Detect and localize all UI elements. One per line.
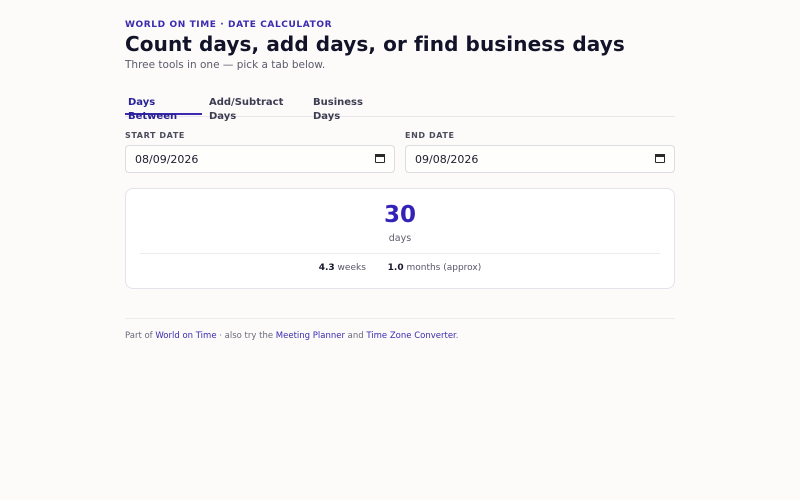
footer-middle: · also try the bbox=[219, 331, 274, 341]
start-date-label: START DATE bbox=[125, 131, 185, 140]
tab-business-days[interactable]: Business Days bbox=[310, 96, 390, 122]
footer-link-time-zone-converter[interactable]: Time Zone Converter bbox=[366, 331, 455, 341]
result-unit: days bbox=[388, 233, 412, 244]
end-date-label: END DATE bbox=[405, 131, 455, 140]
footer-link-world-on-time[interactable]: World on Time bbox=[155, 331, 216, 341]
footer-link-meeting-planner[interactable]: Meeting Planner bbox=[276, 331, 345, 341]
result-stats: 4.3 weeks 1.0 months (approx) bbox=[126, 263, 674, 273]
weeks-label: weeks bbox=[337, 263, 366, 273]
start-date-value: 08/09/2026 bbox=[135, 153, 199, 166]
calendar-icon[interactable] bbox=[655, 154, 665, 163]
calendar-icon[interactable] bbox=[375, 154, 385, 163]
footer-suffix: . bbox=[455, 331, 459, 341]
months-value: 1.0 bbox=[387, 263, 404, 273]
end-date-input[interactable]: 09/08/2026 bbox=[405, 145, 675, 173]
page-title: Count days, add days, or find business d… bbox=[125, 32, 625, 56]
result-days-value: 30 bbox=[383, 202, 416, 228]
end-date-value: 09/08/2026 bbox=[415, 153, 479, 166]
weeks-value: 4.3 bbox=[318, 263, 335, 273]
result-divider bbox=[140, 253, 660, 254]
footer-prefix: Part of bbox=[125, 331, 153, 341]
tab-days-between[interactable]: Days Between bbox=[125, 96, 202, 122]
start-date-input[interactable]: 08/09/2026 bbox=[125, 145, 395, 173]
page-subtitle: Three tools in one — pick a tab below. bbox=[125, 59, 326, 71]
footer-and: and bbox=[347, 331, 364, 341]
tab-bar: Days Between Add/Subtract Days Business … bbox=[125, 96, 675, 122]
tab-add-subtract-days[interactable]: Add/Subtract Days bbox=[206, 96, 307, 122]
breadcrumb: WORLD ON TIME · DATE CALCULATOR bbox=[125, 20, 333, 30]
page: WORLD ON TIME · DATE CALCULATOR Count da… bbox=[125, 18, 675, 341]
footer-divider bbox=[125, 318, 675, 319]
result-card: 30 days 4.3 weeks 1.0 months (approx) bbox=[125, 188, 675, 289]
footer: Part of World on Time · also try the Mee… bbox=[125, 331, 458, 341]
months-label: months (approx) bbox=[406, 263, 482, 273]
